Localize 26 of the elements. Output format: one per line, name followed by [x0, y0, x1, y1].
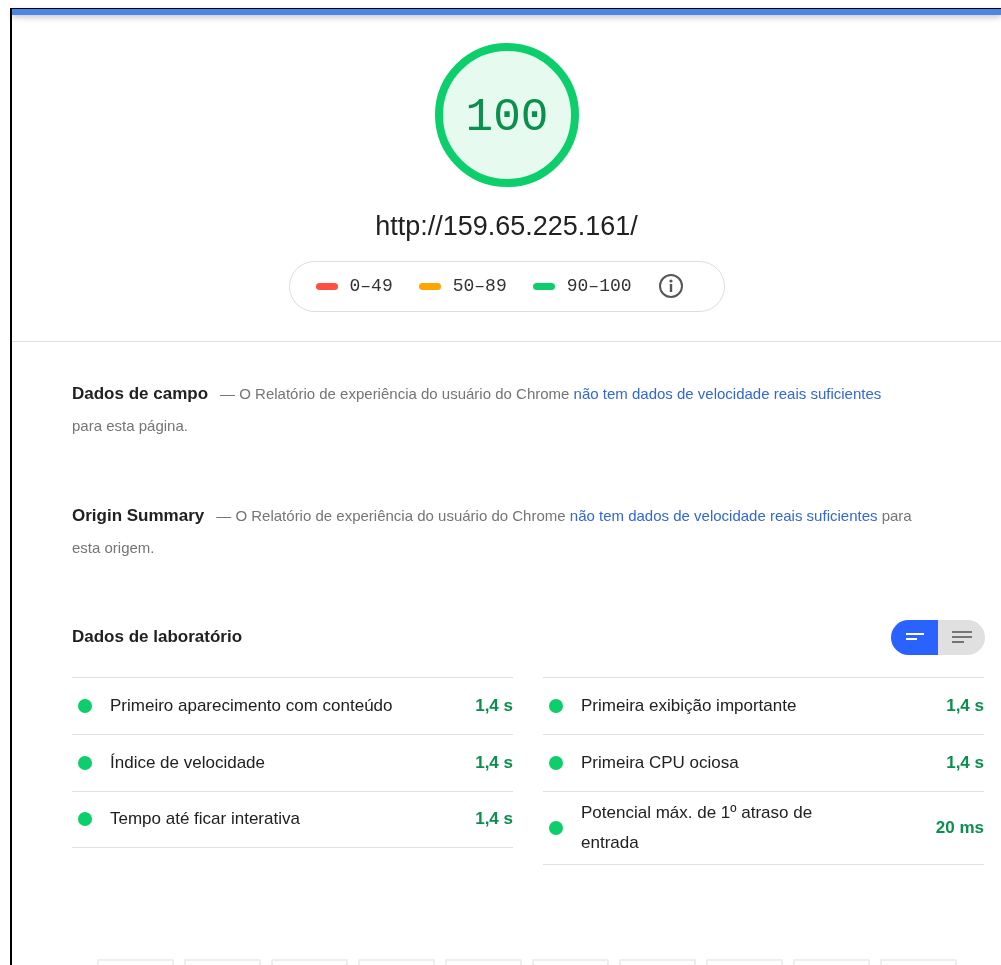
info-link[interactable]: não tem dados de velocidade reais suficientes — [573, 384, 882, 402]
lines-icon — [950, 629, 973, 645]
range-label: 50–89 — [452, 274, 507, 298]
score-value: 100 — [465, 92, 548, 144]
metric-value: 1,4 s — [946, 751, 984, 774]
metric-value: 1,4 s — [475, 808, 513, 831]
metric-value: 1,4 s — [475, 751, 513, 774]
metric-label: Potencial máx. de 1º atraso de entrada — [581, 801, 814, 854]
metric-label: Índice de velocidade — [110, 751, 266, 774]
section-description: Dados de campo — O Relatório de experiência do usuário do Chrome não tem dados de velocidade reais suficientes para esta página. — [71, 382, 883, 436]
metric-value: 1,4 s — [946, 694, 984, 717]
page-url: http://159.65.225.161/ — [374, 210, 639, 243]
section-title: Dados de laboratório — [72, 626, 243, 649]
section-description: Origin Summary — O Relatório de experiência do usuário do Chrome não tem dados de velocidade reais suficientes para esta origem. — [71, 504, 912, 558]
info-icon[interactable] — [657, 273, 684, 299]
metric-value: 20 ms — [935, 816, 984, 839]
range-label: 90–100 — [566, 274, 632, 298]
info-link[interactable]: não tem dados de velocidade reais suficientes — [569, 506, 878, 524]
metric-value: 1,4 s — [475, 694, 513, 717]
detail-view-button[interactable] — [938, 619, 985, 655]
summary-view-button[interactable] — [891, 619, 938, 655]
metric-label: Primeira CPU ociosa — [581, 751, 740, 774]
range-label: 0–49 — [349, 274, 393, 298]
metric-label: Primeira exibição importante — [581, 694, 798, 717]
metric-label: Primeiro aparecimento com conteúdo — [110, 694, 394, 717]
metric-label: Tempo até ficar interativa — [110, 808, 301, 830]
